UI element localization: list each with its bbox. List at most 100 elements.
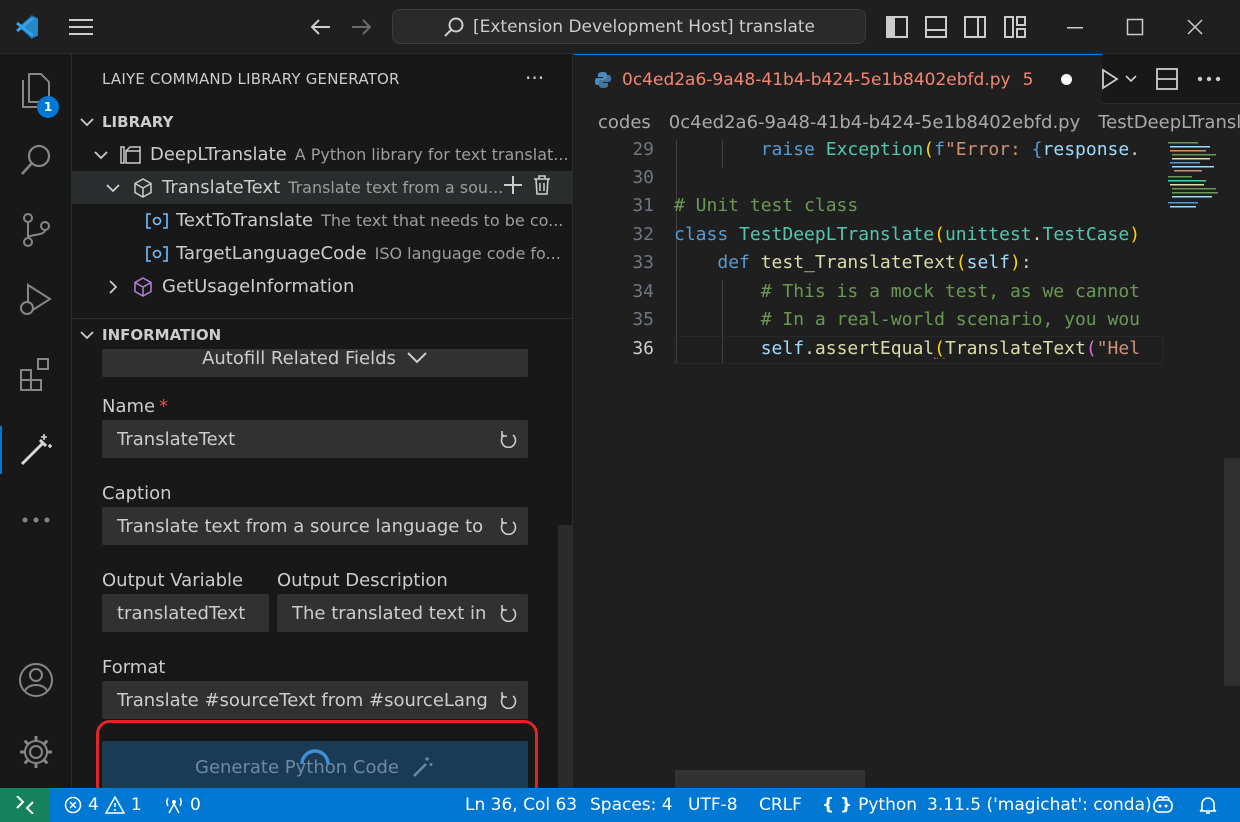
- indentation-status[interactable]: Spaces: 4: [590, 788, 673, 822]
- tree-item-parameter[interactable]: TargetLanguageCode ISO language code fo.…: [72, 237, 572, 270]
- toggle-panel-icon[interactable]: [923, 14, 949, 40]
- eol-status[interactable]: CRLF: [759, 788, 802, 822]
- tree-item-description: Translate text from a sou...: [288, 178, 504, 197]
- command-generator-icon[interactable]: [0, 420, 72, 480]
- information-header-label: INFORMATION: [102, 326, 222, 344]
- explorer-icon[interactable]: 1: [0, 60, 72, 120]
- breadcrumb-symbol[interactable]: TestDeepLTranslate: [1098, 112, 1240, 133]
- extensions-icon[interactable]: [0, 344, 72, 404]
- tree-item-label: DeepLTranslate: [150, 144, 287, 165]
- braces-icon: { }: [822, 795, 853, 815]
- tree-item-label: TranslateText: [162, 177, 281, 198]
- breadcrumb-file[interactable]: 0c4ed2a6-9a48-41b4-b424-5e1b8402ebfd.py: [669, 112, 1080, 133]
- regenerate-icon[interactable]: [488, 516, 528, 536]
- line-number: 33: [632, 251, 654, 273]
- autofill-button[interactable]: Autofill Related Fields: [102, 349, 528, 377]
- information-section-header[interactable]: INFORMATION: [72, 320, 572, 350]
- line-number: 34: [632, 280, 654, 302]
- notifications-bell-icon[interactable]: [1198, 788, 1218, 822]
- unsaved-dot-icon[interactable]: [1061, 74, 1073, 85]
- horizontal-scrollbar[interactable]: [675, 770, 865, 788]
- delete-icon[interactable]: [533, 175, 551, 200]
- forward-arrow-icon[interactable]: [346, 12, 376, 42]
- ports-status[interactable]: 0: [164, 788, 201, 822]
- output-variable-value: translatedText: [117, 602, 246, 624]
- library-section-header[interactable]: LIBRARY: [72, 107, 572, 137]
- sidebar-scrollbar[interactable]: [558, 525, 572, 788]
- tree-item-command[interactable]: TranslateText Translate text from a sou.…: [72, 171, 572, 204]
- menu-icon[interactable]: [66, 12, 96, 42]
- parameter-icon: [144, 245, 170, 262]
- code-editor[interactable]: 29 raise Exception(f"Error: {response. 3…: [574, 140, 1240, 788]
- name-label: Name *: [102, 396, 169, 417]
- name-field[interactable]: TranslateText: [102, 420, 528, 458]
- cursor-position[interactable]: Ln 36, Col 63: [465, 788, 577, 822]
- manage-gear-icon[interactable]: [0, 722, 72, 782]
- library-icon: [118, 145, 144, 165]
- run-python-file-icon[interactable]: [1094, 66, 1140, 92]
- python-file-icon: [595, 71, 611, 88]
- add-icon[interactable]: [503, 175, 523, 200]
- code-line: 34 # This is a mock test, as we cannot: [574, 277, 1174, 305]
- line-number: 31: [632, 194, 654, 216]
- error-count: 4: [88, 795, 99, 815]
- command-center-search[interactable]: [Extension Development Host] translate: [392, 9, 866, 44]
- breadcrumb-folder[interactable]: codes: [598, 112, 651, 133]
- maximize-icon[interactable]: [1122, 14, 1148, 40]
- problems-status[interactable]: 4 1: [64, 788, 142, 822]
- split-editor-icon[interactable]: [1154, 66, 1180, 92]
- toggle-secondary-sidebar-icon[interactable]: [962, 14, 988, 40]
- chevron-down-icon: [72, 330, 102, 340]
- regenerate-icon[interactable]: [488, 603, 528, 623]
- code-line: 30: [574, 163, 1174, 191]
- copilot-icon[interactable]: [1152, 788, 1174, 822]
- output-variable-label: Output Variable: [102, 570, 244, 591]
- close-icon[interactable]: [1182, 14, 1208, 40]
- explorer-badge: 1: [37, 96, 59, 118]
- chevron-right-icon: [104, 279, 122, 294]
- regenerate-icon[interactable]: [488, 690, 528, 710]
- output-description-field[interactable]: The translated text in: [277, 594, 528, 632]
- tree-item-library[interactable]: DeepLTranslate A Python library for text…: [72, 138, 572, 171]
- accounts-icon[interactable]: [0, 650, 72, 710]
- regenerate-icon[interactable]: [488, 429, 528, 449]
- language-label: Python: [858, 795, 918, 815]
- search-text: [Extension Development Host] translate: [472, 16, 816, 37]
- tree-item-parameter[interactable]: TextToTranslate The text that needs to b…: [72, 204, 572, 237]
- python-interpreter[interactable]: 3.11.5 ('magichat': conda): [927, 788, 1152, 822]
- editor-tab-bar: 0c4ed2a6-9a48-41b4-b424-5e1b8402ebfd.py …: [574, 54, 1240, 104]
- caption-field[interactable]: Translate text from a source language to…: [102, 507, 528, 545]
- cube-icon: [130, 276, 156, 297]
- tree-item-command[interactable]: GetUsageInformation: [72, 270, 572, 303]
- minimize-icon[interactable]: [1062, 14, 1088, 40]
- line-number: 30: [632, 166, 654, 188]
- code-line: 35 # In a real-world scenario, you wou: [574, 305, 1174, 333]
- tab-problem-count: 5: [1022, 69, 1034, 90]
- search-icon[interactable]: [0, 130, 72, 190]
- source-control-icon[interactable]: [0, 200, 72, 260]
- editor-more-actions-icon[interactable]: [1194, 66, 1224, 92]
- tab-filename: 0c4ed2a6-9a48-41b4-b424-5e1b8402ebfd.py: [622, 69, 1011, 90]
- vscode-logo-icon: [12, 12, 42, 42]
- toggle-primary-sidebar-icon[interactable]: [884, 14, 910, 40]
- run-and-debug-icon[interactable]: [0, 270, 72, 330]
- section-divider: [72, 318, 572, 319]
- editor-tab[interactable]: 0c4ed2a6-9a48-41b4-b424-5e1b8402ebfd.py …: [574, 54, 1102, 104]
- format-field[interactable]: Translate #sourceText from #sourceLang t…: [102, 681, 528, 719]
- editor-scrollbar[interactable]: [1224, 458, 1240, 686]
- minimap[interactable]: [1166, 140, 1224, 788]
- sidebar: LAIYE COMMAND LIBRARY GENERATOR ··· LIBR…: [72, 54, 573, 788]
- warning-count: 1: [130, 795, 142, 815]
- remote-indicator-icon[interactable]: [0, 788, 50, 822]
- tree-item-label: GetUsageInformation: [162, 276, 355, 297]
- breadcrumb: codes 0c4ed2a6-9a48-41b4-b424-5e1b8402eb…: [574, 104, 1240, 140]
- customize-layout-icon[interactable]: [1002, 14, 1028, 40]
- language-mode[interactable]: { } Python: [822, 788, 917, 822]
- back-arrow-icon[interactable]: [306, 12, 336, 42]
- output-variable-field[interactable]: translatedText: [102, 594, 269, 632]
- status-bar: 4 1 0 Ln 36, Col 63 Spaces: 4 UTF-8 CRLF…: [0, 788, 1240, 822]
- more-views-icon[interactable]: [0, 490, 72, 550]
- more-actions-icon[interactable]: ···: [525, 66, 544, 90]
- encoding-status[interactable]: UTF-8: [688, 788, 738, 822]
- caption-label: Caption: [102, 483, 172, 504]
